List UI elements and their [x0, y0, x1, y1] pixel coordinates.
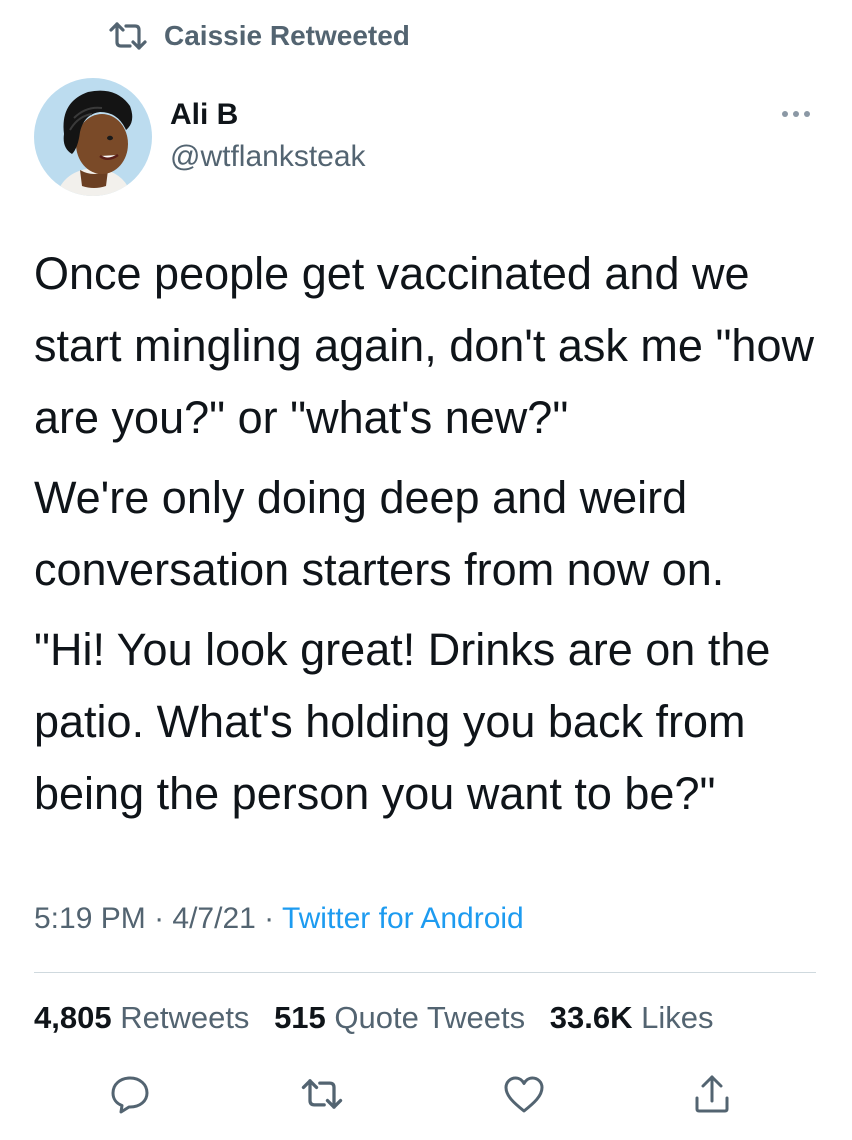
tweet-stats: 4,805 Retweets 515 Quote Tweets 33.6K Li…: [34, 1000, 730, 1036]
retweets-stat[interactable]: 4,805 Retweets: [34, 1000, 249, 1035]
tweet-paragraph: We're only doing deep and weird conversa…: [34, 472, 725, 595]
like-button[interactable]: [500, 1070, 548, 1118]
tweet-paragraph: Once people get vaccinated and we start …: [34, 248, 814, 443]
retweet-icon: [298, 1077, 346, 1111]
like-icon: [502, 1074, 546, 1114]
likes-count: 33.6K: [549, 1000, 633, 1035]
retweeted-by-header[interactable]: Caissie Retweeted: [106, 20, 410, 52]
share-button[interactable]: [688, 1070, 736, 1118]
tweet-source-link[interactable]: Twitter for Android: [282, 902, 524, 935]
retweets-count: 4,805: [34, 1000, 112, 1035]
quote-tweets-label: Quote Tweets: [334, 1000, 526, 1035]
avatar[interactable]: [34, 78, 152, 196]
quote-tweets-count: 515: [274, 1000, 326, 1035]
meta-separator: ·: [255, 902, 282, 935]
retweet-button[interactable]: [298, 1070, 346, 1118]
tweet-time[interactable]: 5:19 PM: [34, 902, 146, 935]
share-icon: [690, 1072, 734, 1116]
likes-label: Likes: [641, 1000, 714, 1035]
likes-stat[interactable]: 33.6K Likes: [550, 1000, 714, 1035]
reply-button[interactable]: [106, 1070, 154, 1118]
author-handle[interactable]: @wtflanksteak: [170, 140, 366, 174]
retweet-icon: [106, 21, 150, 51]
tweet-text: Once people get vaccinated and we start …: [34, 238, 824, 838]
tweet-meta: 5:19 PM · 4/7/21 · Twitter for Android: [34, 902, 524, 936]
more-icon[interactable]: [776, 102, 816, 126]
meta-separator: ·: [145, 902, 173, 935]
quote-tweets-stat[interactable]: 515 Quote Tweets: [274, 1000, 525, 1035]
tweet-paragraph: "Hi! You look great! Drinks are on the p…: [34, 624, 771, 819]
divider: [34, 972, 816, 973]
author-name[interactable]: Ali B: [170, 98, 238, 132]
tweet-date[interactable]: 4/7/21: [172, 902, 255, 935]
reply-icon: [108, 1072, 152, 1116]
retweets-label: Retweets: [120, 1000, 250, 1035]
retweeted-by-text: Caissie Retweeted: [164, 20, 410, 51]
